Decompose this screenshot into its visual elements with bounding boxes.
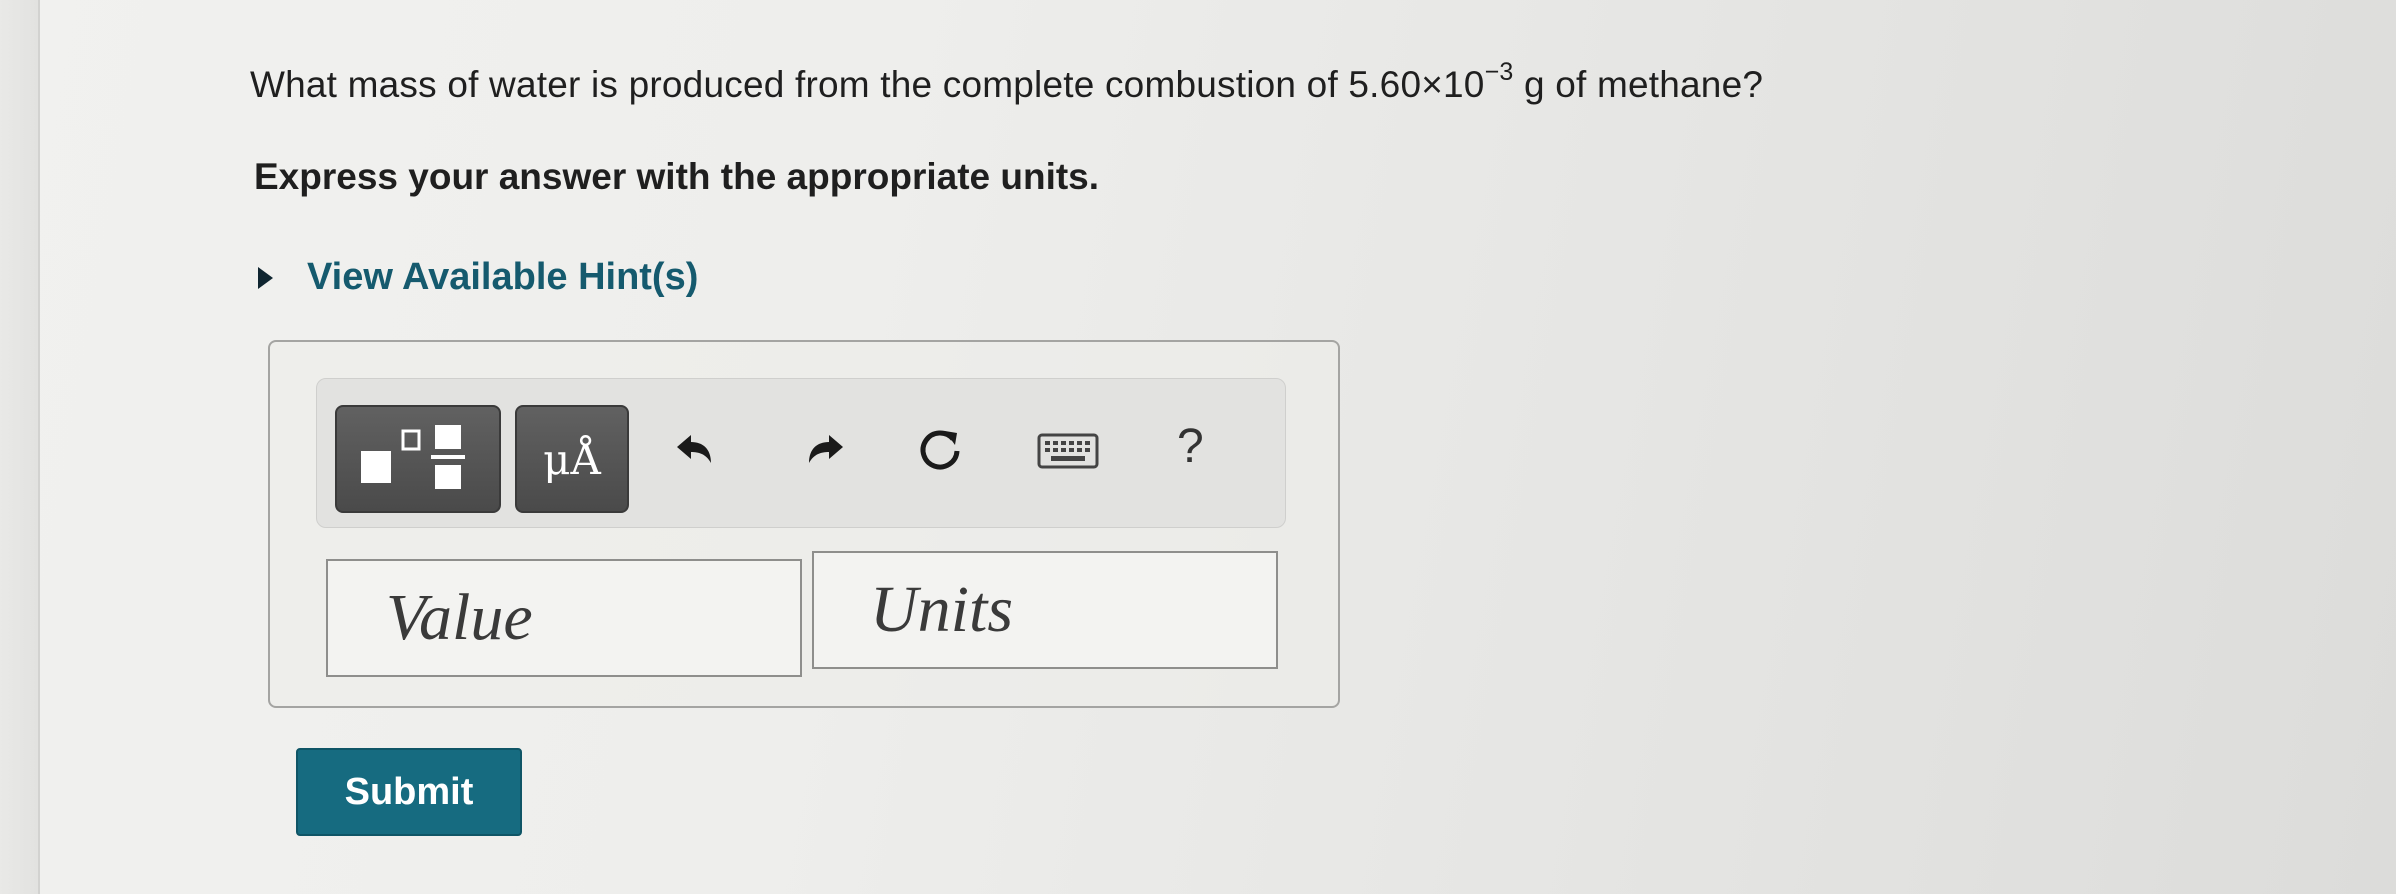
units-placeholder: Units — [870, 573, 1014, 646]
units-input[interactable]: Units — [812, 551, 1278, 669]
hint-label: View Available Hint(s) — [307, 256, 699, 298]
question-text: What mass of water is produced from the … — [250, 58, 1764, 106]
page-left-margin — [0, 0, 40, 894]
instruction-text: Express your answer with the appropriate… — [254, 156, 1100, 197]
units-button-label: μÅ — [543, 434, 601, 484]
redo-icon[interactable] — [803, 429, 849, 469]
view-hints-link[interactable]: View Available Hint(s) — [258, 256, 698, 299]
submit-label: Submit — [344, 770, 474, 813]
math-toolbar: μÅ ? — [316, 378, 1286, 528]
question-suffix: g of methane? — [1513, 64, 1764, 105]
templates-icon — [361, 425, 465, 489]
value-input[interactable]: Value — [326, 559, 802, 677]
reset-icon[interactable] — [915, 425, 965, 475]
templates-button[interactable] — [335, 405, 501, 513]
help-icon[interactable]: ? — [1177, 419, 1204, 474]
question-prefix: What mass of water is produced from the … — [250, 64, 1485, 105]
keyboard-icon[interactable] — [1037, 433, 1099, 469]
submit-button[interactable]: Submit — [296, 748, 522, 836]
hint-toggle-icon — [258, 266, 273, 289]
units-button[interactable]: μÅ — [515, 405, 629, 513]
undo-icon[interactable] — [671, 429, 717, 469]
value-placeholder: Value — [386, 581, 533, 654]
help-label: ? — [1177, 420, 1204, 473]
question-exponent: −3 — [1484, 58, 1514, 86]
